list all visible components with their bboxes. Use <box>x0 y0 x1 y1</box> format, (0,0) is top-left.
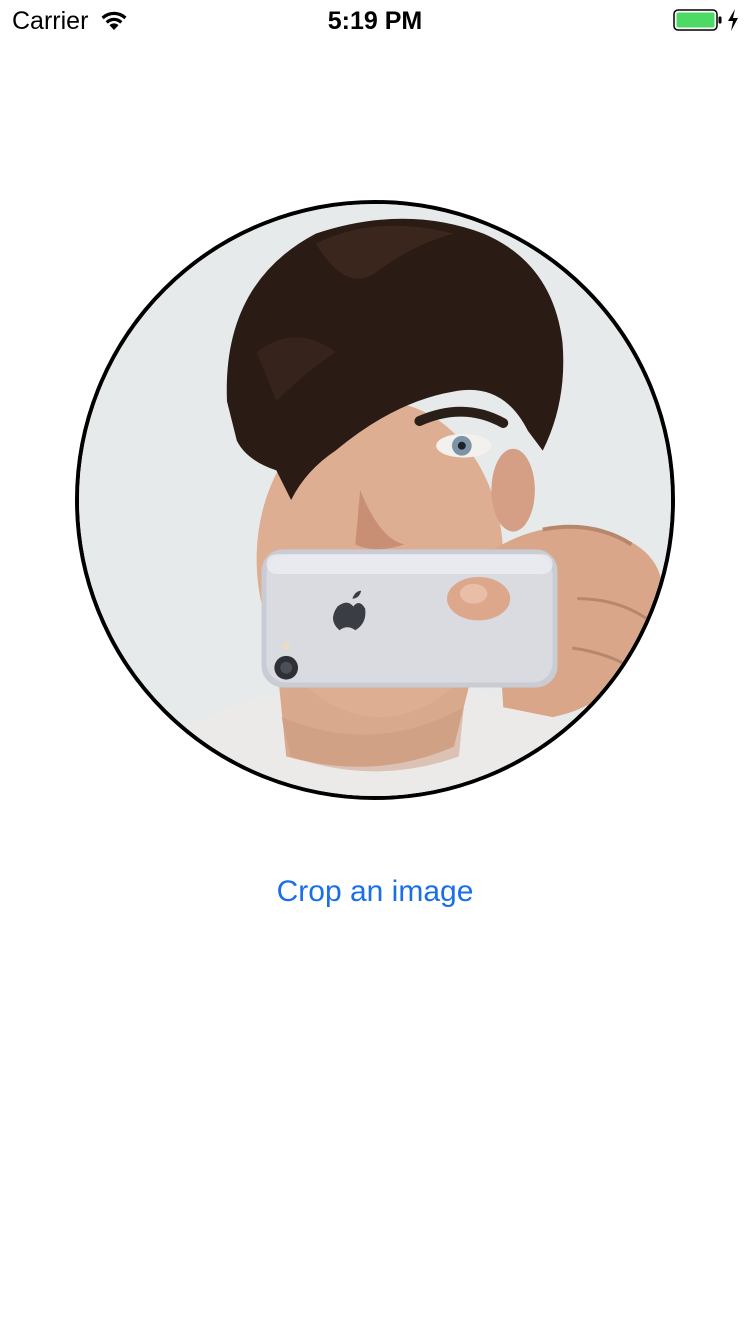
cropped-photo <box>79 204 671 796</box>
crop-image-button-label: Crop an image <box>276 875 474 908</box>
app-screen: Carrier 5:19 PM Crop an image <box>0 0 750 1334</box>
crop-image-button[interactable]: Crop an image <box>0 872 750 912</box>
charging-bolt-icon <box>728 9 738 31</box>
battery-full-icon <box>673 9 722 31</box>
cropped-image-circle <box>75 200 675 800</box>
status-bar: Carrier 5:19 PM <box>0 0 750 40</box>
status-time: 5:19 PM <box>327 7 423 35</box>
